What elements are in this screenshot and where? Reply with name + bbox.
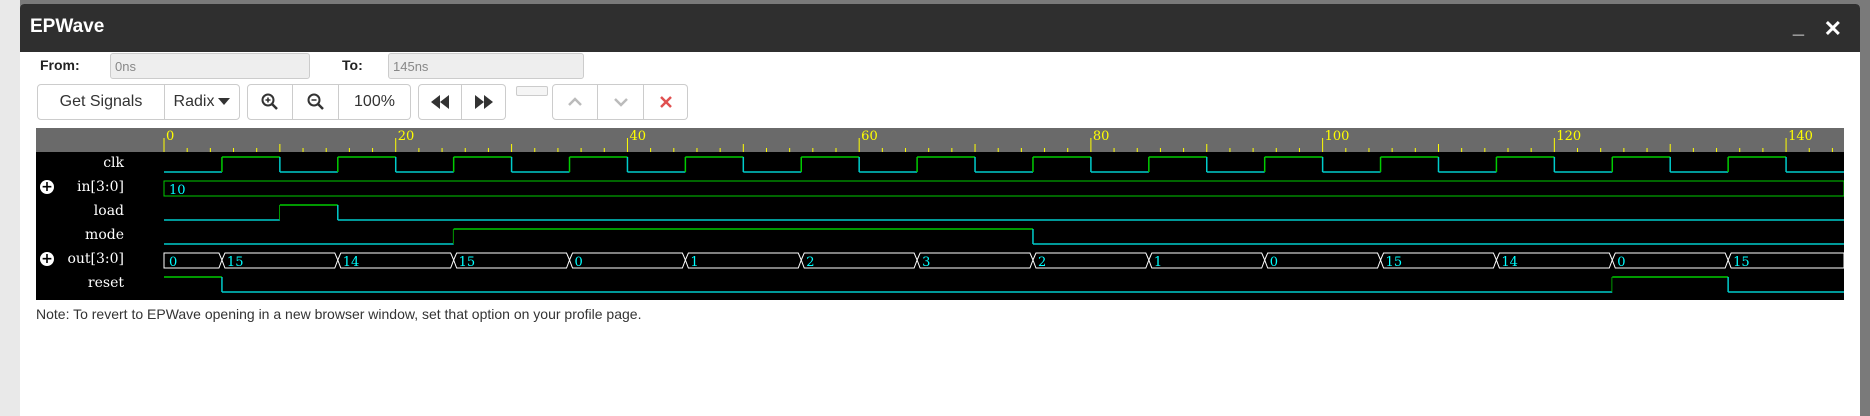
in[3:0]-bus-segment	[163, 180, 1844, 197]
out[3:0]-bus-segment	[1264, 252, 1382, 269]
tick-label: 100	[1325, 129, 1350, 144]
signal-name: reset	[87, 275, 124, 291]
caret-down-icon	[218, 98, 231, 105]
zoom-in-button[interactable]	[247, 84, 293, 120]
from-label: From:	[40, 57, 80, 73]
in[3:0]-value-label: 10	[169, 183, 186, 198]
to-input[interactable]: 145ns	[388, 53, 584, 79]
out[3:0]-value-label: 15	[1733, 255, 1750, 270]
to-label: To:	[342, 57, 363, 73]
chevron-down-icon	[613, 98, 628, 107]
waveform-viewer[interactable]: 0 20 40 60 80 100 120 140 10 0 15 14 15 0 1 2 3 2 1 0 15 14 0 1…	[36, 128, 1844, 300]
signal-row-reset[interactable]: reset	[36, 272, 164, 296]
out[3:0]-value-label: 1	[690, 255, 698, 270]
expand-icon[interactable]: +	[40, 252, 54, 266]
fast-forward-button[interactable]	[462, 84, 506, 120]
close-window-button[interactable]: ✕	[1824, 16, 1842, 42]
out[3:0]-value-label: 2	[1038, 255, 1046, 270]
out[3:0]-value-label: 14	[343, 255, 360, 270]
tick-label: 60	[861, 129, 878, 144]
out[3:0]-bus-segment	[1032, 252, 1150, 269]
out[3:0]-value-label: 2	[806, 255, 814, 270]
reset-high-fill	[1612, 277, 1729, 292]
mode-high-fill	[453, 229, 1033, 244]
tick-label: 140	[1788, 129, 1813, 144]
zoom-out-icon	[307, 93, 324, 110]
tick-label: 0	[166, 129, 174, 144]
expand-icon[interactable]: +	[40, 180, 54, 194]
tick-label: 20	[398, 129, 415, 144]
load-high-fill	[279, 205, 338, 220]
out[3:0]-value-label: 15	[459, 255, 476, 270]
close-icon	[659, 96, 672, 108]
rewind-button[interactable]	[418, 84, 462, 120]
zoom-in-icon	[261, 93, 278, 110]
get-signals-button[interactable]: Get Signals	[37, 84, 165, 120]
out[3:0]-bus-segment	[684, 252, 802, 269]
out[3:0]-bus-segment	[1148, 252, 1266, 269]
zoom-out-button[interactable]	[293, 84, 339, 120]
signal-name: clk	[103, 155, 124, 171]
chevron-up-icon	[568, 97, 582, 106]
tick-label: 120	[1556, 129, 1581, 144]
background-left-panel	[0, 0, 20, 416]
out[3:0]-bus-segment	[1611, 252, 1729, 269]
toolbar: Get Signals Radix 100%	[20, 84, 1860, 124]
marker-indicator[interactable]	[516, 86, 548, 96]
signal-row-in[interactable]: + in[3:0]	[36, 176, 164, 200]
waveform-canvas[interactable]: 0 20 40 60 80 100 120 140100 15 14 15 0 1 2 3 2 1 0 15 14 0 1…	[36, 128, 1844, 300]
next-edge-button[interactable]	[598, 84, 644, 120]
get-signals-label: Get Signals	[59, 93, 143, 110]
signal-names-panel: clk + in[3:0] load mode + out[3:0] reset	[36, 152, 164, 300]
signal-name: in[3:0]	[77, 179, 124, 195]
radix-label: Radix	[173, 93, 215, 110]
minimize-button[interactable]: _	[1793, 16, 1804, 39]
prev-edge-button[interactable]	[552, 84, 598, 120]
time-range-row: From: 0ns To: 145ns	[20, 53, 1860, 81]
tick-label: 80	[1093, 129, 1110, 144]
from-input[interactable]: 0ns	[110, 53, 310, 79]
title-bar: EPWave _ ✕	[20, 4, 1860, 52]
signal-name: out[3:0]	[67, 251, 124, 267]
out[3:0]-bus-segment	[568, 252, 686, 269]
remove-signal-button[interactable]	[644, 84, 688, 120]
epwave-window: EPWave _ ✕ From: 0ns To: 145ns Get Signa…	[20, 4, 1860, 416]
out[3:0]-value-label: 0	[169, 255, 177, 270]
out[3:0]-value-label: 15	[1386, 255, 1403, 270]
out[3:0]-value-label: 0	[1270, 255, 1278, 270]
profile-note: Note: To revert to EPWave opening in a n…	[36, 306, 642, 322]
rewind-icon	[431, 95, 449, 109]
zoom-level-label: 100%	[354, 93, 395, 110]
out[3:0]-value-label: 0	[575, 255, 583, 270]
signal-row-mode[interactable]: mode	[36, 224, 164, 248]
reset-high-fill	[164, 277, 222, 292]
tick-label: 40	[629, 129, 646, 144]
zoom-level[interactable]: 100%	[339, 84, 411, 120]
fast-forward-icon	[474, 95, 493, 109]
signal-name: load	[93, 203, 124, 219]
signal-row-out[interactable]: + out[3:0]	[36, 248, 164, 272]
out[3:0]-bus-segment	[800, 252, 918, 269]
out[3:0]-value-label: 15	[227, 255, 244, 270]
out[3:0]-value-label: 1	[1154, 255, 1162, 270]
window-title: EPWave	[30, 16, 105, 37]
out[3:0]-value-label: 14	[1501, 255, 1518, 270]
out[3:0]-value-label: 3	[922, 255, 930, 270]
out[3:0]-bus-segment	[916, 252, 1034, 269]
signal-name: mode	[85, 227, 124, 243]
signal-row-clk[interactable]: clk	[36, 152, 164, 176]
out[3:0]-value-label: 0	[1617, 255, 1625, 270]
radix-dropdown[interactable]: Radix	[164, 84, 240, 120]
signal-row-load[interactable]: load	[36, 200, 164, 224]
